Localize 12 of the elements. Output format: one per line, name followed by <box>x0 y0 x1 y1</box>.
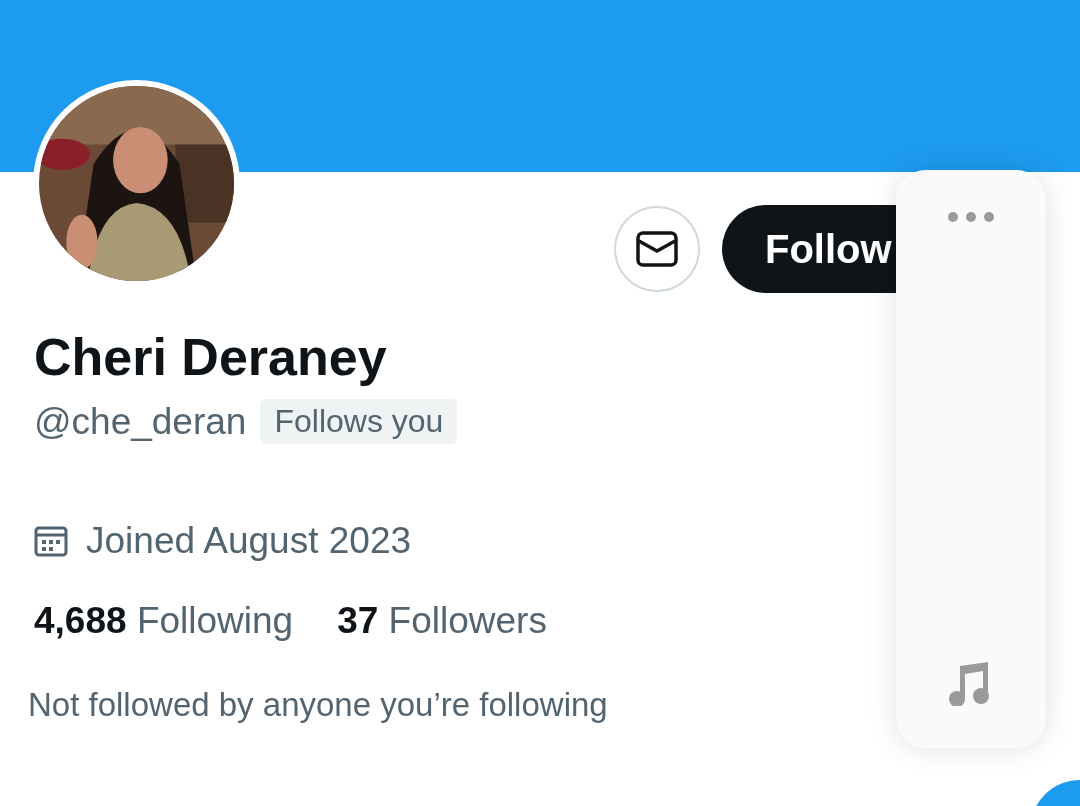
follow-stat-link[interactable]: 37 Followers <box>337 600 547 642</box>
follow-button[interactable]: Follow <box>722 205 896 293</box>
mutual-followers-text: Not followed by anyone you’re following <box>28 686 609 724</box>
follow-stat-link[interactable]: 4,688 Following <box>34 600 294 642</box>
more-icon[interactable] <box>948 212 994 222</box>
profile-name: Cheri Deraney <box>34 327 388 387</box>
joined-date: Joined August 2023 <box>86 520 412 562</box>
calendar-icon <box>34 525 68 557</box>
profile-handle: @che_deran <box>34 400 247 443</box>
music-note-icon[interactable] <box>948 662 990 706</box>
envelope-icon <box>636 231 678 267</box>
follows-you-label: Follows you <box>260 399 458 444</box>
